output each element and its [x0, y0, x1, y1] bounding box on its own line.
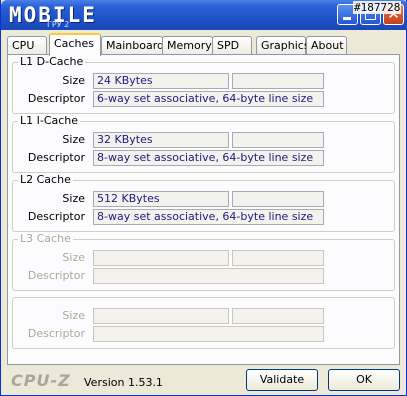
l3-size-extra — [232, 250, 324, 266]
tab-mainboard[interactable]: Mainboard — [101, 36, 164, 55]
minimize-icon — [343, 17, 351, 20]
l1i-size-value: 32 KBytes — [93, 132, 229, 148]
descriptor-label: Descriptor — [27, 151, 85, 164]
l2-cache-group: L2 Cache Size 512 KBytes Descriptor 8-wa… — [12, 174, 395, 232]
tab-graphics[interactable]: Graphics — [256, 36, 310, 55]
descriptor-label: Descriptor — [27, 92, 85, 105]
ok-button[interactable]: OK — [328, 369, 400, 391]
watermark-label: #187728 — [353, 1, 402, 14]
group-title: L1 I-Cache — [18, 114, 81, 127]
l3-cache-group: L3 Cache Size Descriptor — [12, 233, 395, 291]
extra-descriptor-value — [93, 326, 324, 342]
tab-about[interactable]: About — [306, 36, 347, 55]
cpuz-logo: CPU-Z — [11, 371, 71, 390]
l3-descriptor-value — [93, 268, 324, 284]
group-title: L1 D-Cache — [18, 55, 86, 68]
l1d-size-extra — [232, 73, 324, 89]
l1-data-cache-group: L1 D-Cache Size 24 KBytes Descriptor 6-w… — [12, 56, 395, 114]
descriptor-label: Descriptor — [27, 210, 85, 223]
size-label: Size — [62, 74, 85, 87]
l1i-size-extra — [232, 132, 324, 148]
validate-button[interactable]: Validate — [246, 369, 318, 391]
title-bar[interactable]: MOBILE ГРУ 2 ✕ #187728 — [1, 0, 407, 30]
descriptor-label: Descriptor — [27, 327, 85, 340]
extra-size-extra — [232, 308, 324, 324]
descriptor-label: Descriptor — [27, 269, 85, 282]
l1d-size-value: 24 KBytes — [93, 73, 229, 89]
l2-size-extra — [232, 191, 324, 207]
l1d-descriptor-value: 6-way set associative, 64-byte line size — [93, 91, 324, 107]
size-label: Size — [62, 192, 85, 205]
tab-caches[interactable]: Caches — [49, 33, 101, 56]
extra-cache-group: Size Descriptor — [12, 297, 395, 349]
l2-size-value: 512 KBytes — [93, 191, 229, 207]
cpuz-window: MOBILE ГРУ 2 ✕ #187728 CPU Caches Mainbo… — [0, 0, 407, 396]
size-label: Size — [62, 309, 85, 322]
tab-spd[interactable]: SPD — [212, 36, 252, 55]
tab-memory[interactable]: Memory — [162, 36, 213, 55]
size-label: Size — [62, 133, 85, 146]
window-subtitle: ГРУ 2 — [47, 20, 70, 29]
tab-cpu[interactable]: CPU — [7, 36, 47, 55]
group-title: L3 Cache — [18, 232, 73, 245]
l2-descriptor-value: 8-way set associative, 64-byte line size — [93, 209, 324, 225]
size-label: Size — [62, 251, 85, 264]
extra-size-value — [93, 308, 229, 324]
l3-size-value — [93, 250, 229, 266]
version-label: Version 1.53.1 — [84, 376, 163, 389]
l1-instruction-cache-group: L1 I-Cache Size 32 KBytes Descriptor 8-w… — [12, 115, 395, 173]
l1i-descriptor-value: 8-way set associative, 64-byte line size — [93, 150, 324, 166]
caches-panel: L1 D-Cache Size 24 KBytes Descriptor 6-w… — [7, 54, 400, 365]
group-title: L2 Cache — [18, 173, 73, 186]
